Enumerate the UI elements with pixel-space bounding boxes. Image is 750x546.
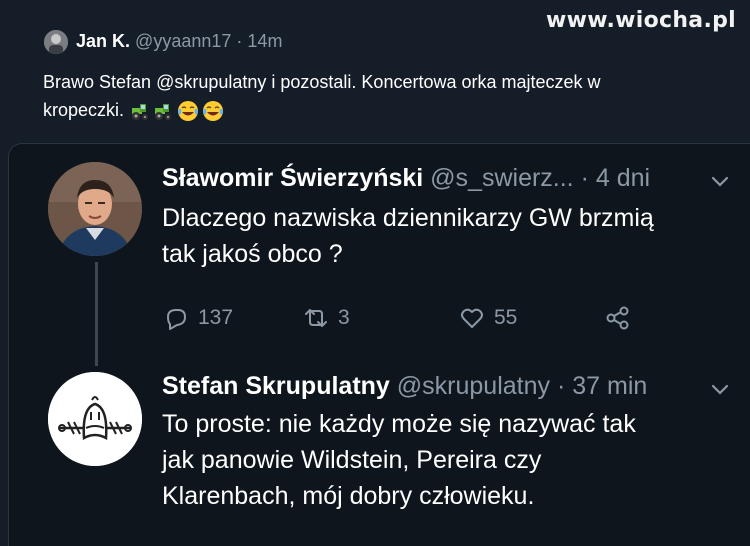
author-handle[interactable]: @yyaann17	[135, 31, 231, 51]
tweet-time[interactable]: 37 min	[572, 372, 647, 400]
tractor-icon	[155, 104, 172, 121]
tweet-time[interactable]: 4 dni	[596, 164, 650, 192]
tractor-icon	[132, 104, 149, 121]
separator-dot: ·	[236, 31, 243, 51]
reply-count: 137	[198, 306, 234, 329]
tweet-text: Dlaczego nazwiska dziennikarzy GW brzmią…	[162, 200, 732, 272]
outer-tweet: Jan K. @yyaann17 · 14m Brawo Stefan @skr…	[0, 0, 750, 140]
tweet-header: Jan K. @yyaann17 · 14m	[76, 31, 282, 52]
author-handle[interactable]: @skrupulatny	[397, 372, 550, 400]
author-handle[interactable]: @s_swierz...	[430, 164, 573, 192]
like-count: 55	[494, 306, 518, 329]
retweet-icon	[305, 309, 327, 327]
tweet-header: Stefan Skrupulatny @skrupulatny · 37 min	[162, 372, 647, 401]
avatar[interactable]	[48, 372, 142, 466]
tweet-text: Brawo Stefan @skrupulatny i pozostali. K…	[43, 68, 733, 124]
separator-dot: ·	[580, 164, 589, 192]
avatar[interactable]	[48, 162, 142, 256]
tweet-text-line-3: Klarenbach, mój dobry człowieku.	[162, 482, 535, 510]
tied-sausage-logo-icon	[48, 372, 142, 466]
author-name[interactable]: Jan K.	[76, 31, 130, 51]
reply-button[interactable]: 137	[162, 304, 233, 332]
tweet-text-line-1: To proste: nie każdy może się nazywać ta…	[162, 410, 636, 438]
heart-icon	[461, 308, 483, 328]
like-button[interactable]: 55	[458, 304, 517, 332]
author-name[interactable]: Stefan Skrupulatny	[162, 372, 390, 400]
tweet-text-line-1: Brawo Stefan @skrupulatny i pozostali. K…	[43, 72, 601, 92]
reply-icon	[167, 309, 186, 330]
tweet-text-line-2: tak jakoś obco ?	[162, 240, 343, 268]
thread-connector-line	[95, 262, 98, 366]
retweet-button[interactable]: 3	[302, 304, 350, 332]
tweet-text-line-1: Dlaczego nazwiska dziennikarzy GW brzmią	[162, 204, 654, 232]
tweet-text-line-2: kropeczki.	[43, 100, 125, 120]
tweet-text-line-2: jak panowie Wildstein, Pereira czy	[162, 446, 542, 474]
tweet-text: To proste: nie każdy może się nazywać ta…	[162, 406, 732, 514]
share-icon	[606, 306, 629, 330]
face-with-tears-of-joy-icon	[203, 101, 224, 122]
chevron-down-icon[interactable]	[709, 170, 731, 192]
tweet-actions: 137 3 55	[162, 304, 642, 336]
separator-dot: ·	[556, 372, 566, 400]
share-button[interactable]	[604, 304, 632, 332]
profile-photo-icon	[48, 162, 142, 256]
tweet-time[interactable]: 14m	[247, 31, 282, 51]
author-name[interactable]: Sławomir Świerzyński	[162, 164, 423, 192]
chevron-down-icon[interactable]	[709, 378, 731, 400]
avatar-image-icon	[44, 30, 68, 54]
tweet-header: Sławomir Świerzyński @s_swierz... · 4 dn…	[162, 164, 650, 193]
face-with-tears-of-joy-icon	[178, 101, 199, 122]
retweet-count: 3	[338, 306, 350, 329]
avatar[interactable]	[44, 30, 68, 54]
